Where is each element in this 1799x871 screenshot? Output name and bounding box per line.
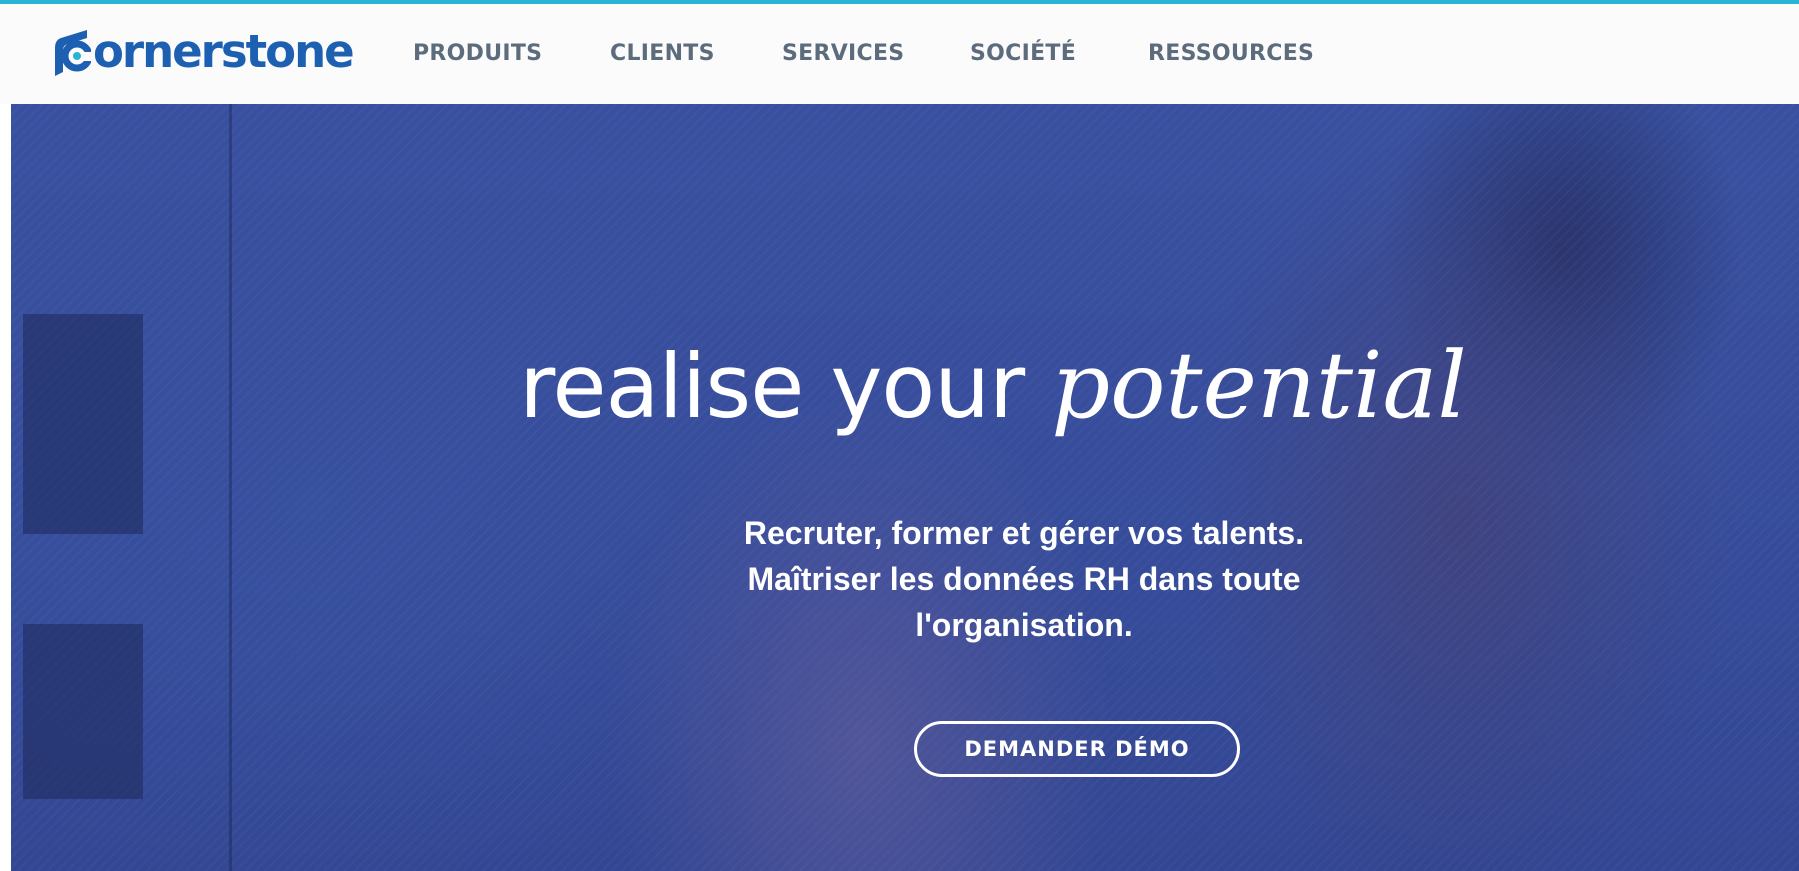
cornerstone-logo[interactable]: ornerstone [53,18,355,84]
hero-subtext-line: Recruter, former et gérer vos talents. [743,515,1305,551]
hero-subtext: Recruter, former et gérer vos talents. M… [674,510,1374,648]
hero-subtext-line: l'organisation. [915,607,1133,643]
nav-item-produits[interactable]: PRODUITS [413,41,542,66]
background-poster [23,624,143,799]
nav-item-ressources[interactable]: RESSOURCES [1148,41,1314,66]
nav-item-clients[interactable]: CLIENTS [610,41,715,66]
hero-headline: realise your potential [11,332,1799,439]
cornerstone-logo-icon [55,30,91,76]
hero-banner: realise your potential Recruter, former … [11,104,1799,871]
request-demo-button[interactable]: DEMANDER DÉMO [914,721,1240,777]
nav-item-societe[interactable]: SOCIÉTÉ [970,41,1076,66]
hero-headline-plain: realise your [519,335,1052,438]
nav-item-services[interactable]: SERVICES [782,41,904,66]
site-header: ornerstone PRODUITS CLIENTS SERVICES SOC… [0,4,1799,104]
logo-wordmark: ornerstone [93,24,355,78]
background-wall-edge [229,104,232,871]
hero-headline-script: potential [1051,332,1467,439]
hero-subtext-line: Maîtriser les données RH dans toute [747,561,1301,597]
